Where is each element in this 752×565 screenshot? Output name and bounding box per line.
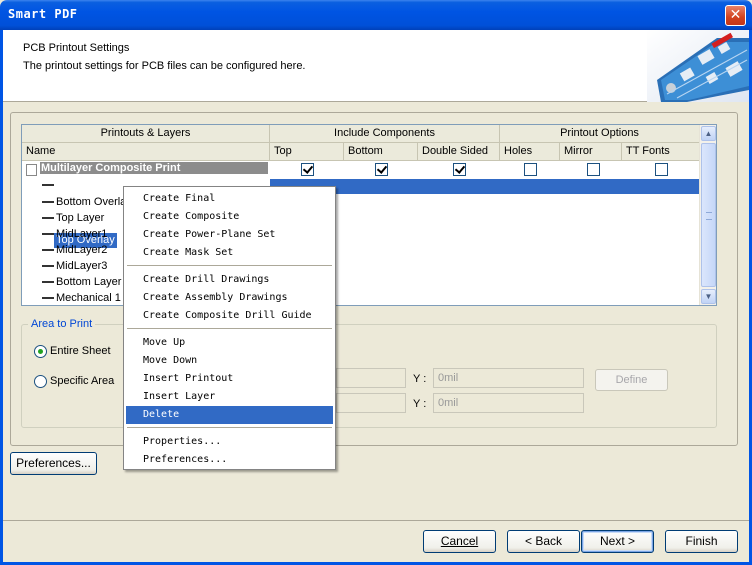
tt-fonts-checkbox[interactable] (655, 163, 668, 176)
document-icon (26, 164, 37, 176)
specific-area-radio[interactable] (34, 375, 47, 388)
header-printouts-layers: Printouts & Layers (22, 125, 270, 143)
column-name[interactable]: Name (22, 143, 270, 161)
menu-item-insert-printout[interactable]: Insert Printout (126, 370, 333, 388)
menu-item-create-final[interactable]: Create Final (126, 190, 333, 208)
entire-sheet-radio[interactable] (34, 345, 47, 358)
page-subtitle: The printout settings for PCB files can … (23, 60, 306, 72)
scroll-thumb[interactable] (701, 143, 716, 287)
column-double-sided[interactable]: Double Sided (418, 143, 500, 161)
menu-item-insert-layer[interactable]: Insert Layer (126, 388, 333, 406)
header-include-components: Include Components (270, 125, 500, 143)
menu-item-create-mask-set[interactable]: Create Mask Set (126, 244, 333, 262)
menu-item-create-assembly-drawings[interactable]: Create Assembly Drawings (126, 289, 333, 307)
area-to-print-title: Area to Print (28, 318, 96, 330)
layer-icon (42, 265, 54, 268)
cancel-label: Cancel (440, 534, 479, 548)
x1-field[interactable] (336, 368, 406, 388)
layer-name: Mechanical 1 (56, 292, 121, 304)
layer-name: MidLayer2 (56, 244, 108, 256)
next-label: Next > (599, 534, 635, 548)
menu-item-create-composite-drill-guide[interactable]: Create Composite Drill Guide (126, 307, 333, 325)
next-button[interactable]: Next > (581, 530, 654, 553)
y2-label: Y : (413, 398, 427, 410)
layer-icon (42, 281, 54, 284)
column-bottom[interactable]: Bottom (344, 143, 418, 161)
printout-row[interactable]: Multilayer Composite Print (22, 161, 700, 177)
layer-icon (42, 297, 54, 300)
double-sided-checkbox[interactable] (453, 163, 466, 176)
menu-item-delete[interactable]: Delete (126, 406, 333, 424)
context-menu[interactable]: Create Final Create Composite Create Pow… (123, 186, 336, 470)
y1-label: Y : (413, 373, 427, 385)
finish-label: Finish (685, 534, 718, 548)
page-title: PCB Printout Settings (23, 42, 130, 54)
layer-name: Bottom Overlay (56, 196, 132, 208)
holes-checkbox[interactable] (524, 163, 537, 176)
window-title: Smart PDF (8, 7, 78, 21)
finish-button[interactable]: Finish (665, 530, 738, 553)
layer-name: Top Layer (56, 212, 105, 224)
pcb-board-graphic (647, 30, 749, 102)
menu-item-create-power-plane-set[interactable]: Create Power-Plane Set (126, 226, 333, 244)
scroll-down-icon[interactable]: ▼ (701, 289, 716, 304)
column-tt-fonts[interactable]: TT Fonts (622, 143, 700, 161)
menu-separator (127, 265, 332, 266)
back-button[interactable]: < Back (507, 530, 580, 553)
layer-name: MidLayer3 (56, 260, 108, 272)
menu-item-create-drill-drawings[interactable]: Create Drill Drawings (126, 271, 333, 289)
header-printout-options: Printout Options (500, 125, 700, 143)
grid-header: Printouts & Layers Include Components Pr… (22, 125, 700, 161)
layer-icon (42, 184, 54, 187)
entire-sheet-label[interactable]: Entire Sheet (50, 345, 111, 357)
define-button[interactable]: Define (595, 369, 668, 391)
layer-icon (42, 217, 54, 220)
menu-separator (127, 328, 332, 329)
y2-field[interactable]: 0mil (433, 393, 584, 413)
menu-item-create-composite[interactable]: Create Composite (126, 208, 333, 226)
preferences-button[interactable]: Preferences... (10, 452, 97, 475)
bottom-checkbox[interactable] (375, 163, 388, 176)
column-holes[interactable]: Holes (500, 143, 560, 161)
layer-name: MidLayer1 (56, 228, 108, 240)
y1-field[interactable]: 0mil (433, 368, 584, 388)
grid-scrollbar[interactable]: ▲ ▼ (699, 125, 716, 305)
specific-area-label[interactable]: Specific Area (50, 375, 114, 387)
menu-separator (127, 427, 332, 428)
menu-item-move-down[interactable]: Move Down (126, 352, 333, 370)
footer-divider (3, 520, 749, 521)
layer-icon (42, 201, 54, 204)
column-top[interactable]: Top (270, 143, 344, 161)
back-label: < Back (524, 534, 563, 548)
menu-item-preferences[interactable]: Preferences... (126, 451, 333, 469)
wizard-header: PCB Printout Settings The printout setti… (3, 30, 749, 102)
top-checkbox[interactable] (301, 163, 314, 176)
title-bar[interactable]: Smart PDF ✕ (0, 0, 752, 30)
printout-name: Multilayer Composite Print (40, 162, 268, 174)
layer-icon (42, 233, 54, 236)
cancel-button[interactable]: Cancel (423, 530, 496, 553)
scroll-up-icon[interactable]: ▲ (701, 126, 716, 141)
layer-icon (42, 249, 54, 252)
column-mirror[interactable]: Mirror (560, 143, 622, 161)
layer-name: Bottom Layer (56, 276, 122, 288)
mirror-checkbox[interactable] (587, 163, 600, 176)
x2-field[interactable] (336, 393, 406, 413)
menu-item-move-up[interactable]: Move Up (126, 334, 333, 352)
close-icon[interactable]: ✕ (725, 5, 746, 26)
menu-item-properties[interactable]: Properties... (126, 433, 333, 451)
